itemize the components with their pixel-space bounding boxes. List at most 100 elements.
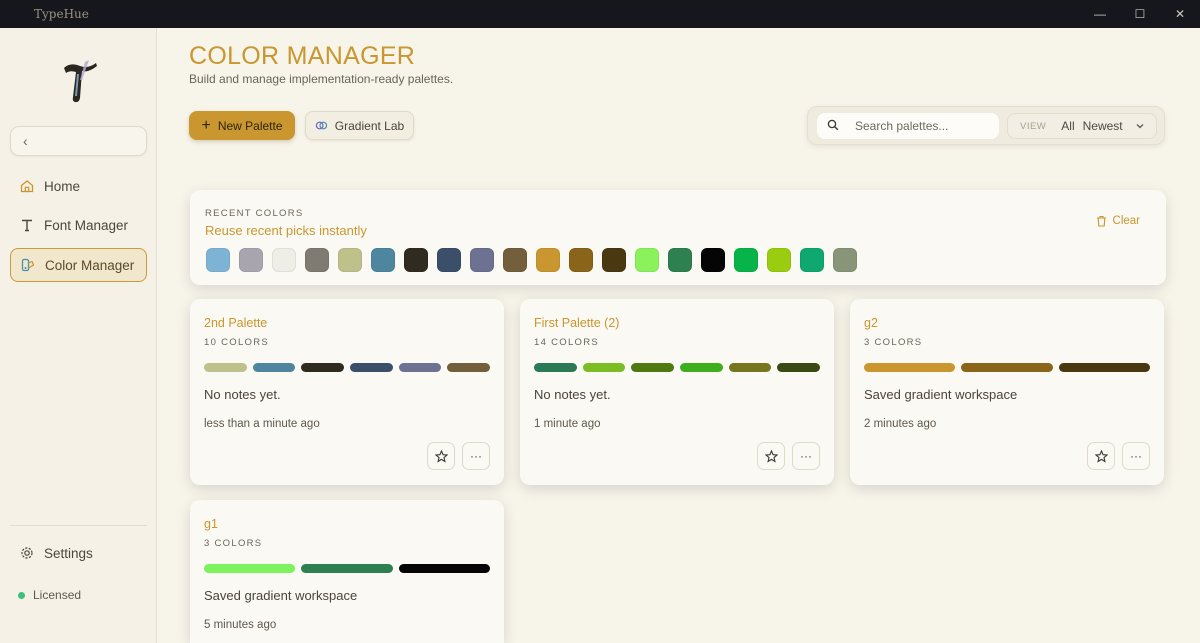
palette-name: First Palette (2)	[534, 316, 620, 330]
maximize-button[interactable]: ☐	[1120, 0, 1160, 28]
window-controls: — ☐ ✕	[1080, 0, 1200, 28]
palette-color-bar	[301, 363, 345, 372]
color-swatch[interactable]	[734, 248, 758, 272]
palette-color-count: 3 COLORS	[864, 337, 923, 348]
view-label: VIEW	[1020, 120, 1047, 132]
color-swatch[interactable]	[272, 248, 296, 272]
color-swatch[interactable]	[503, 248, 527, 272]
more-icon: ···	[1130, 449, 1142, 463]
more-options-button[interactable]: ···	[792, 442, 820, 470]
palette-color-bar	[447, 363, 491, 372]
palette-timestamp: less than a minute ago	[204, 418, 320, 430]
palette-notes: Saved gradient workspace	[864, 387, 1018, 402]
gradient-icon	[315, 119, 328, 132]
gradient-lab-button[interactable]: Gradient Lab	[305, 111, 414, 140]
search-input[interactable]	[855, 119, 990, 133]
favorite-button[interactable]	[427, 442, 455, 470]
clear-recent-button[interactable]: Clear	[1096, 215, 1140, 227]
color-swatch[interactable]	[470, 248, 494, 272]
new-palette-label: New Palette	[217, 118, 283, 133]
more-options-button[interactable]: ···	[1122, 442, 1150, 470]
page-title: COLOR MANAGER	[189, 42, 416, 70]
status-dot-icon	[18, 591, 25, 599]
palette-notes: No notes yet.	[534, 387, 611, 402]
star-icon	[1094, 449, 1108, 463]
star-icon	[434, 449, 448, 463]
color-swatch[interactable]	[767, 248, 791, 272]
palette-color-bars	[204, 363, 491, 372]
sidebar-item-color-manager[interactable]: Color Manager	[10, 248, 147, 282]
palette-color-count: 3 COLORS	[204, 538, 263, 549]
palette-color-bar	[398, 363, 442, 372]
sidebar: ‹ Home Font Manager Color Manager Settin…	[0, 28, 157, 643]
palette-color-bar	[631, 363, 675, 372]
color-swatch[interactable]	[800, 248, 824, 272]
page-subtitle: Build and manage implementation-ready pa…	[189, 72, 454, 86]
palette-timestamp: 5 minutes ago	[204, 619, 277, 631]
back-button[interactable]: ‹	[10, 126, 147, 156]
sidebar-item-font-manager[interactable]: Font Manager	[10, 208, 147, 242]
sidebar-item-label: Font Manager	[44, 217, 129, 233]
sidebar-item-label: Home	[44, 178, 81, 194]
view-filter-value: All	[1061, 119, 1075, 133]
color-swatch[interactable]	[635, 248, 659, 272]
color-swatch[interactable]	[206, 248, 230, 272]
palette-card[interactable]: 2nd Palette 10 COLORS No notes yet. less…	[190, 299, 504, 485]
search-and-view-bar: VIEW All Newest	[807, 106, 1165, 145]
favorite-button[interactable]	[1087, 442, 1115, 470]
palette-name: 2nd Palette	[204, 316, 268, 330]
chevron-down-icon	[1135, 121, 1145, 131]
app-logo	[64, 60, 97, 103]
color-swatch[interactable]	[833, 248, 857, 272]
palette-color-bar	[864, 363, 956, 372]
palette-card[interactable]: First Palette (2) 14 COLORS No notes yet…	[520, 299, 834, 485]
sidebar-divider	[10, 525, 147, 526]
more-options-button[interactable]: ···	[462, 442, 490, 470]
color-swatch[interactable]	[569, 248, 593, 272]
color-swatch[interactable]	[536, 248, 560, 272]
palette-color-count: 14 COLORS	[534, 337, 600, 348]
palette-color-bar	[728, 363, 772, 372]
sidebar-item-label: Color Manager	[45, 257, 135, 273]
sidebar-item-home[interactable]: Home	[10, 169, 147, 203]
color-swatch[interactable]	[668, 248, 692, 272]
more-icon: ···	[800, 449, 812, 463]
palette-card[interactable]: g2 3 COLORS Saved gradient workspace 2 m…	[850, 299, 1164, 485]
search-box	[817, 113, 999, 139]
color-swatch[interactable]	[602, 248, 626, 272]
color-swatch[interactable]	[437, 248, 461, 272]
recent-colors-label: RECENT COLORS	[205, 208, 304, 219]
type-icon	[19, 217, 35, 233]
sidebar-item-settings[interactable]: Settings	[10, 536, 147, 570]
close-button[interactable]: ✕	[1160, 0, 1200, 28]
minimize-button[interactable]: —	[1080, 0, 1120, 28]
plus-icon: +	[201, 116, 211, 134]
new-palette-button[interactable]: + New Palette	[189, 111, 295, 140]
color-swatch[interactable]	[338, 248, 362, 272]
chevron-left-icon: ‹	[23, 133, 28, 149]
app-title: TypeHue	[34, 7, 89, 21]
palette-color-count: 10 COLORS	[204, 337, 270, 348]
color-swatch[interactable]	[239, 248, 263, 272]
color-swatch[interactable]	[371, 248, 395, 272]
palette-color-bars	[864, 363, 1150, 372]
palette-card[interactable]: g1 3 COLORS Saved gradient workspace 5 m…	[190, 500, 504, 643]
palette-color-bar	[680, 363, 723, 372]
search-icon	[827, 119, 841, 133]
palette-color-bar	[534, 363, 577, 372]
color-swatch[interactable]	[305, 248, 329, 272]
palette-color-bars	[204, 564, 490, 573]
title-bar: TypeHue — ☐ ✕	[0, 0, 1200, 28]
palette-notes: No notes yet.	[204, 387, 281, 402]
palette-color-bar	[301, 564, 393, 573]
gear-icon	[19, 545, 35, 561]
sidebar-item-label: Settings	[44, 545, 93, 561]
color-swatch[interactable]	[701, 248, 725, 272]
color-swatch[interactable]	[404, 248, 428, 272]
palette-notes: Saved gradient workspace	[204, 588, 358, 603]
favorite-button[interactable]	[757, 442, 785, 470]
view-sort-select[interactable]: VIEW All Newest	[1007, 113, 1157, 139]
palette-icon	[20, 257, 36, 273]
palette-color-bar	[252, 363, 296, 372]
more-icon: ···	[470, 449, 482, 463]
